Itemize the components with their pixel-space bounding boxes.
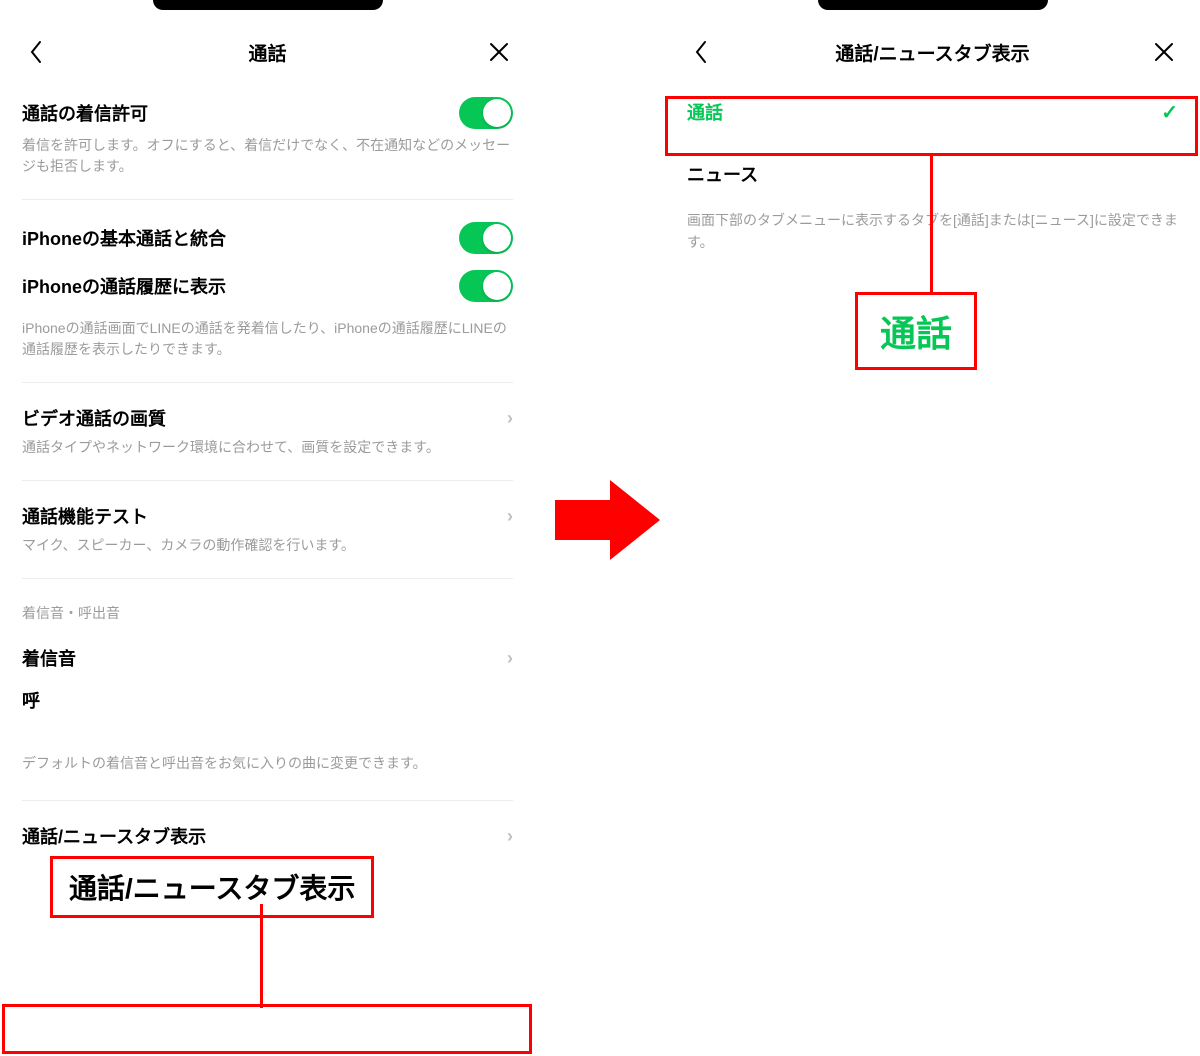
row-iphone-integration[interactable]: iPhoneの基本通話と統合 <box>22 206 513 262</box>
highlight-tab-display-row <box>2 1004 532 1054</box>
row-label: 通話/ニュースタブ表示 <box>22 823 206 849</box>
row-label: 着信音 <box>22 645 76 671</box>
divider <box>22 480 513 481</box>
chevron-right-icon: › <box>507 506 513 527</box>
content: 通話の着信許可 着信を許可します。オフにすると、着信だけでなく、不在通知などのメ… <box>0 81 535 865</box>
row-ringtone[interactable]: 着信音 › <box>22 629 513 681</box>
callout-tab-display: 通話/ニュースタブ表示 <box>50 856 374 918</box>
page-title: 通話 <box>248 39 286 66</box>
close-icon <box>488 41 510 63</box>
close-icon <box>1153 41 1175 63</box>
chevron-left-icon <box>693 40 709 64</box>
section-label: 着信音・呼出音 <box>22 585 513 629</box>
header: 通話/ニュースタブ表示 <box>665 0 1200 81</box>
divider <box>22 382 513 383</box>
divider <box>22 800 513 801</box>
row-desc: マイク、スピーカー、カメラの動作確認を行います。 <box>22 535 513 556</box>
chevron-right-icon: › <box>507 826 513 847</box>
option-label: ニュース <box>687 161 758 187</box>
toggle-iphone-history[interactable] <box>459 270 513 302</box>
callout-call-selected: 通話 <box>855 292 977 370</box>
chevron-right-icon: › <box>507 408 513 429</box>
chevron-left-icon <box>28 40 44 64</box>
row-iphone-history[interactable]: iPhoneの通話履歴に表示 iPhoneの通話画面でLINEの通話を発着信した… <box>22 262 513 376</box>
row-desc: iPhoneの通話画面でLINEの通話を発着信したり、iPhoneの通話履歴にL… <box>22 318 513 360</box>
highlight-selected-option <box>665 96 1198 156</box>
row-label: 通話機能テスト <box>22 503 148 529</box>
connector-line <box>930 156 933 292</box>
row-label: iPhoneの基本通話と統合 <box>22 225 226 251</box>
row-desc: 通話タイプやネットワーク環境に合わせて、画質を設定できます。 <box>22 437 513 458</box>
divider <box>22 578 513 579</box>
row-video-quality[interactable]: ビデオ通話の画質 › 通話タイプやネットワーク環境に合わせて、画質を設定できます… <box>22 389 513 474</box>
row-incoming-permission[interactable]: 通話の着信許可 着信を許可します。オフにすると、着信だけでなく、不在通知などのメ… <box>22 81 513 193</box>
close-button[interactable] <box>485 38 513 66</box>
header: 通話 <box>0 0 535 81</box>
row-label: 呼 <box>22 687 40 713</box>
toggle-iphone-integration[interactable] <box>459 222 513 254</box>
chevron-right-icon: › <box>507 648 513 669</box>
connector-line <box>260 904 263 1008</box>
toggle-incoming[interactable] <box>459 97 513 129</box>
row-label: iPhoneの通話履歴に表示 <box>22 273 226 299</box>
back-button[interactable] <box>687 38 715 66</box>
page-title: 通話/ニュースタブ表示 <box>835 39 1029 66</box>
row-callout-sound[interactable]: 呼 デフォルトの着信音と呼出音をお気に入りの曲に変更できます。 <box>22 681 513 790</box>
close-button[interactable] <box>1150 38 1178 66</box>
row-label: ビデオ通話の画質 <box>22 405 166 431</box>
row-call-test[interactable]: 通話機能テスト › マイク、スピーカー、カメラの動作確認を行います。 <box>22 487 513 572</box>
arrow-icon <box>545 470 665 570</box>
row-desc: 着信を許可します。オフにすると、着信だけでなく、不在通知などのメッセージも拒否し… <box>22 135 513 177</box>
callout-text: 通話/ニュースタブ表示 <box>69 873 355 904</box>
row-label: 通話の着信許可 <box>22 100 148 126</box>
callout-text: 通話 <box>880 313 952 354</box>
divider <box>22 199 513 200</box>
row-desc: デフォルトの着信音と呼出音をお気に入りの曲に変更できます。 <box>22 753 513 774</box>
back-button[interactable] <box>22 38 50 66</box>
